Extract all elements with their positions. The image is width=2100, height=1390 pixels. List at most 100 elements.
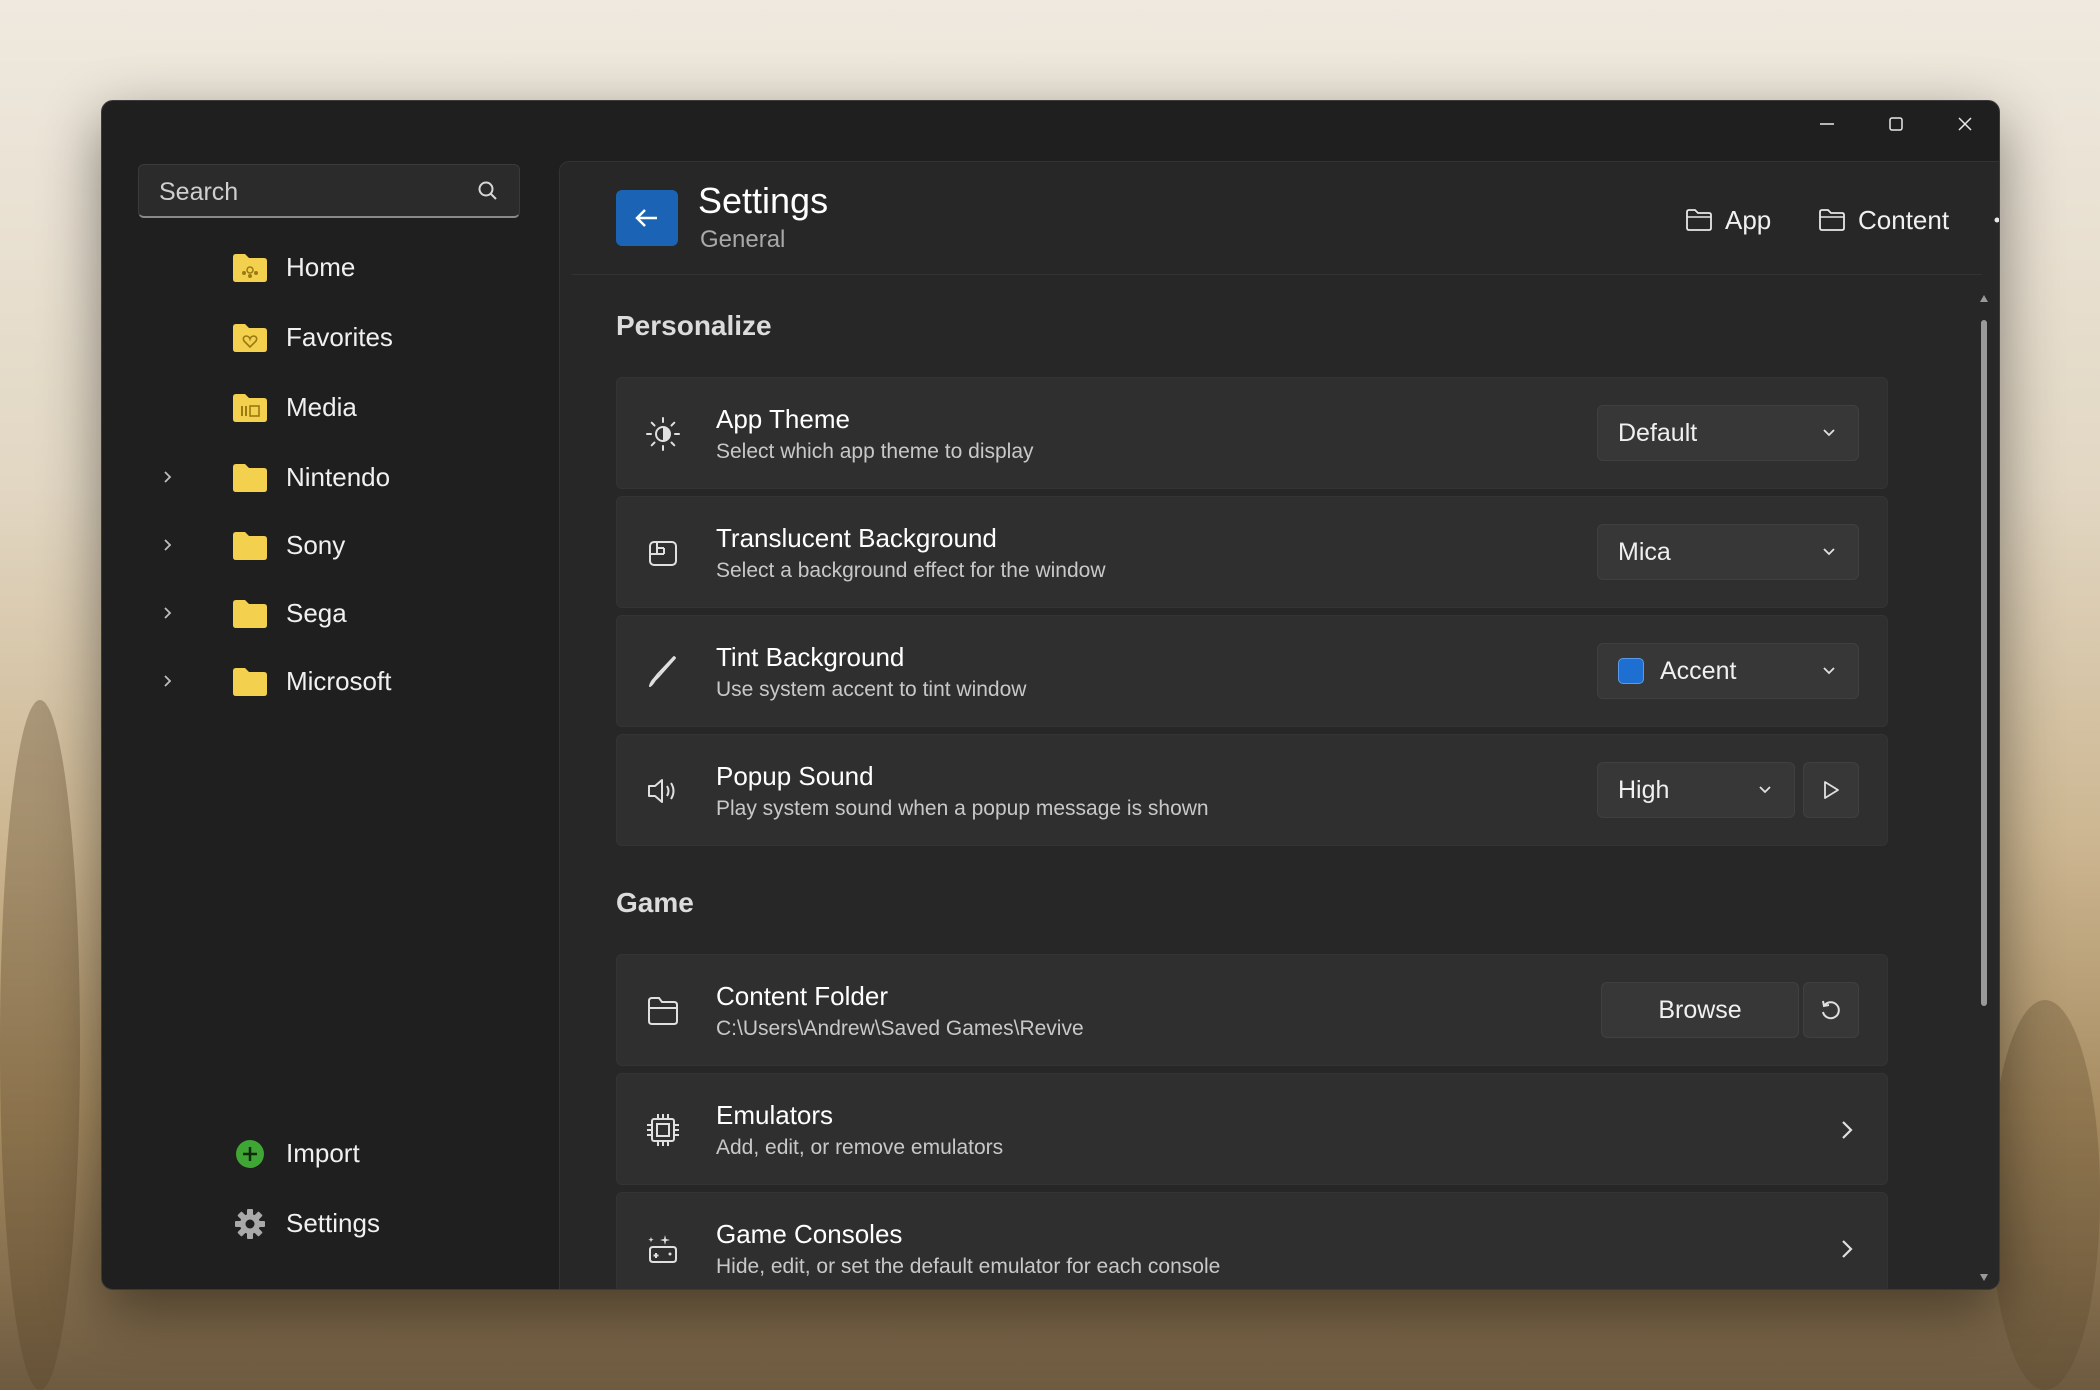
minimize-button[interactable] <box>1793 101 1861 147</box>
setting-title: Emulators <box>716 1100 834 1130</box>
setting-popup-sound: Popup Sound Play system sound when a pop… <box>616 734 1888 846</box>
minimize-icon <box>1820 123 1834 125</box>
more-button[interactable] <box>1993 200 1999 240</box>
setting-title: App Theme <box>716 404 850 434</box>
sidebar-item-label: Settings <box>286 1208 380 1238</box>
sidebar-item-label: Sony <box>286 530 346 560</box>
speaker-icon <box>648 779 675 803</box>
app-theme-dropdown[interactable]: Default <box>1597 405 1859 461</box>
setting-description: Select a background effect for the windo… <box>716 559 1106 582</box>
dropdown-value: Accent <box>1660 657 1737 685</box>
reset-icon <box>1822 1000 1840 1020</box>
setting-description: Select which app theme to display <box>716 440 1034 463</box>
translucent-background-dropdown[interactable]: Mica <box>1597 524 1859 580</box>
sidebar-item-label: Media <box>286 392 357 422</box>
play-sound-button[interactable] <box>1803 762 1859 818</box>
sidebar-item-media[interactable]: Media <box>138 378 520 438</box>
sidebar-item-nintendo[interactable]: Nintendo <box>138 448 520 508</box>
folder-outline-icon <box>648 997 678 1025</box>
chevron-down-icon <box>1823 429 1835 437</box>
maximize-icon <box>1889 117 1903 131</box>
sidebar-item-label: Favorites <box>286 322 393 352</box>
play-icon <box>1824 781 1839 799</box>
sidebar-item-home[interactable]: Home <box>138 238 520 298</box>
dropdown-value: Mica <box>1618 538 1671 566</box>
setting-game-consoles[interactable]: Game Consoles Hide, edit, or set the def… <box>616 1192 1888 1289</box>
folder-home-icon <box>233 254 267 282</box>
brush-icon <box>649 656 676 687</box>
sidebar-item-label: Sega <box>286 598 347 628</box>
arrow-left-icon <box>635 209 657 227</box>
search-input[interactable]: Search <box>138 164 520 218</box>
console-sparkle-icon <box>648 1235 677 1263</box>
setting-translucent-background: Translucent Background Select a backgrou… <box>616 496 1888 608</box>
chevron-right-icon[interactable] <box>162 604 174 622</box>
setting-description: Use system accent to tint window <box>716 678 1027 701</box>
maximize-button[interactable] <box>1862 101 1930 147</box>
sidebar-item-label: Microsoft <box>286 666 392 696</box>
back-button[interactable] <box>616 190 678 246</box>
content-folder-button[interactable]: Content <box>1818 200 1949 240</box>
setting-tint-background: Tint Background Use system accent to tin… <box>616 615 1888 727</box>
setting-description: Hide, edit, or set the default emulator … <box>716 1255 1221 1278</box>
chevron-down-icon <box>1823 667 1835 675</box>
folder-icon <box>233 600 267 628</box>
sidebar-item-sony[interactable]: Sony <box>138 516 520 576</box>
close-button[interactable] <box>1931 101 1999 147</box>
sidebar-item-import[interactable]: Import <box>138 1124 520 1184</box>
page-subtitle: General <box>700 226 786 253</box>
chevron-right-icon[interactable] <box>162 536 174 554</box>
app-folder-label: App <box>1725 204 1772 235</box>
chip-icon <box>647 1114 679 1146</box>
sidebar-item-label: Import <box>286 1138 360 1168</box>
browse-label: Browse <box>1658 996 1742 1024</box>
window-background-icon <box>649 541 677 566</box>
gear-icon <box>235 1209 265 1239</box>
scrollbar-thumb[interactable] <box>1981 320 1987 1006</box>
setting-title: Popup Sound <box>716 761 874 791</box>
setting-title: Tint Background <box>716 642 905 672</box>
close-icon <box>1958 117 1972 131</box>
folder-outline-icon <box>1819 209 1845 231</box>
setting-description: Add, edit, or remove emulators <box>716 1136 1004 1159</box>
chevron-down-icon <box>1823 548 1835 556</box>
accent-color-swatch <box>1618 658 1644 684</box>
folder-icon <box>233 668 267 696</box>
content-folder-label: Content <box>1858 204 1950 235</box>
brightness-icon <box>646 417 680 451</box>
chevron-right-icon <box>1842 1121 1853 1139</box>
section-title-personalize: Personalize <box>616 310 772 341</box>
tint-background-dropdown[interactable]: Accent <box>1597 643 1859 699</box>
chevron-down-icon <box>1759 786 1771 794</box>
sidebar-item-label: Home <box>286 252 356 282</box>
sidebar-item-microsoft[interactable]: Microsoft <box>138 652 520 712</box>
sidebar-item-favorites[interactable]: Favorites <box>138 308 520 368</box>
more-icon <box>1994 217 1999 223</box>
reset-folder-button[interactable] <box>1803 982 1859 1038</box>
folder-outline-icon <box>1686 209 1712 231</box>
setting-description: Play system sound when a popup message i… <box>716 797 1209 820</box>
chevron-right-icon[interactable] <box>162 672 174 690</box>
scrollbar[interactable] <box>1980 294 1988 1284</box>
setting-title: Translucent Background <box>716 523 997 553</box>
settings-panel: Settings General App Content Personalize <box>559 161 1999 1289</box>
popup-sound-dropdown[interactable]: High <box>1597 762 1795 818</box>
app-folder-button[interactable]: App <box>1685 200 1771 240</box>
setting-content-folder: Content Folder C:\Users\Andrew\Saved Gam… <box>616 954 1888 1066</box>
scroll-down-arrow-icon[interactable] <box>1979 1272 1989 1282</box>
scroll-up-arrow-icon[interactable] <box>1979 294 1989 304</box>
header-divider <box>572 274 1982 275</box>
folder-media-icon <box>233 394 267 422</box>
sidebar-item-settings[interactable]: Settings <box>138 1194 520 1254</box>
add-circle-icon <box>236 1140 264 1168</box>
page-title: Settings <box>698 180 829 221</box>
section-title-game: Game <box>616 887 694 918</box>
browse-button[interactable]: Browse <box>1601 982 1799 1038</box>
chevron-right-icon[interactable] <box>162 468 174 486</box>
sidebar-item-label: Nintendo <box>286 462 391 492</box>
setting-description: C:\Users\Andrew\Saved Games\Revive <box>716 1017 1084 1040</box>
setting-emulators[interactable]: Emulators Add, edit, or remove emulators <box>616 1073 1888 1185</box>
sidebar-item-sega[interactable]: Sega <box>138 584 520 644</box>
folder-heart-icon <box>233 324 267 352</box>
folder-icon <box>233 464 267 492</box>
